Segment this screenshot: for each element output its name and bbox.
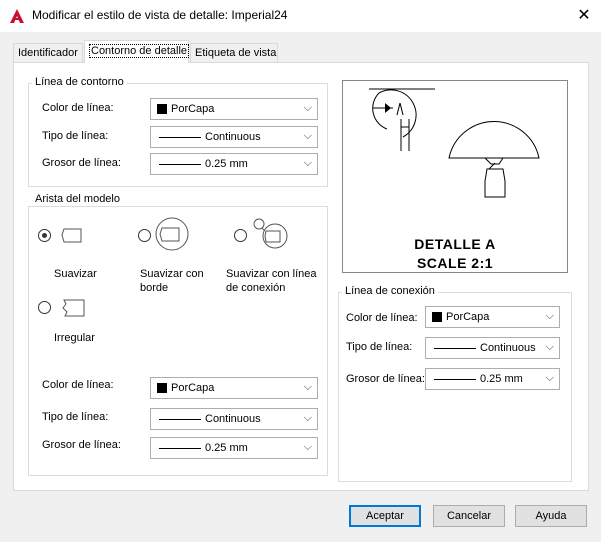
option-label: borde [140, 282, 169, 294]
accept-button[interactable]: Aceptar [349, 505, 421, 527]
edge-type-value: Continuous [205, 413, 261, 425]
smooth-edge-icon [61, 228, 82, 243]
lineweight-sample [159, 448, 201, 449]
tab-panel: Línea de contorno Color de línea: PorCap… [13, 62, 589, 491]
edge-group-label: Arista del modelo [32, 193, 123, 205]
connection-weight-label: Grosor de línea: [346, 373, 425, 385]
chevron-down-icon: ⌵ [303, 412, 312, 424]
chevron-down-icon: ⌵ [303, 157, 312, 169]
radio-suavizar-con-linea-de-conexion[interactable] [234, 229, 247, 242]
tab-etiqueta-de-vista[interactable]: Etiqueta de vista [190, 43, 278, 62]
lineweight-sample [434, 379, 476, 380]
help-button[interactable]: Ayuda [515, 505, 587, 527]
chevron-down-icon: ⌵ [303, 102, 312, 114]
outline-weight-value: 0.25 mm [205, 158, 248, 170]
preview-caption-line2: SCALE 2:1 [416, 255, 494, 271]
connection-weight-value: 0.25 mm [480, 373, 523, 385]
connection-type-label: Tipo de línea: [346, 341, 413, 353]
connection-weight-select[interactable]: 0.25 mm ⌵ [425, 368, 560, 390]
linetype-sample [159, 419, 201, 420]
connection-color-select[interactable]: PorCapa ⌵ [425, 306, 560, 328]
outline-weight-select[interactable]: 0.25 mm ⌵ [150, 153, 318, 175]
tab-contorno-de-detalle[interactable]: Contorno de detalle [84, 40, 190, 63]
linetype-sample [159, 137, 201, 138]
chevron-down-icon: ⌵ [545, 310, 554, 322]
irregular-edge-icon [62, 299, 85, 317]
preview-caption-line1: DETALLE A [414, 236, 496, 252]
radio-irregular[interactable] [38, 301, 51, 314]
outline-weight-label: Grosor de línea: [42, 157, 121, 169]
edge-type-select[interactable]: Continuous ⌵ [150, 408, 318, 430]
window-title: Modificar el estilo de vista de detalle:… [32, 8, 288, 22]
outline-color-select[interactable]: PorCapa ⌵ [150, 98, 318, 120]
edge-weight-value: 0.25 mm [205, 442, 248, 454]
chevron-down-icon: ⌵ [303, 381, 312, 393]
chevron-down-icon: ⌵ [303, 441, 312, 453]
edge-color-value: PorCapa [171, 382, 215, 394]
radio-suavizar-con-borde[interactable] [138, 229, 151, 242]
tab-label: Identificador [18, 47, 78, 59]
tab-identificador[interactable]: Identificador [13, 43, 83, 62]
edge-weight-label: Grosor de línea: [42, 439, 121, 451]
edge-type-label: Tipo de línea: [42, 411, 109, 423]
radio-suavizar[interactable] [38, 229, 51, 242]
chevron-down-icon: ⌵ [545, 372, 554, 384]
edge-weight-select[interactable]: 0.25 mm ⌵ [150, 437, 318, 459]
option-label: Irregular [54, 332, 95, 344]
smooth-with-border-icon [155, 217, 189, 251]
outline-type-value: Continuous [205, 131, 261, 143]
connection-type-select[interactable]: Continuous ⌵ [425, 337, 560, 359]
option-label: de conexión [226, 282, 286, 294]
connection-group-label: Línea de conexión [342, 285, 438, 297]
outline-type-select[interactable]: Continuous ⌵ [150, 126, 318, 148]
connection-color-label: Color de línea: [346, 312, 418, 324]
edge-color-select[interactable]: PorCapa ⌵ [150, 377, 318, 399]
option-label: Suavizar con [140, 268, 204, 280]
smooth-with-connection-icon [253, 218, 288, 249]
outline-color-value: PorCapa [171, 103, 215, 115]
edge-color-label: Color de línea: [42, 379, 114, 391]
chevron-down-icon: ⌵ [545, 341, 554, 353]
lineweight-sample [159, 164, 201, 165]
chevron-down-icon: ⌵ [303, 130, 312, 142]
outline-group-label: Línea de contorno [32, 76, 127, 88]
cancel-button[interactable]: Cancelar [433, 505, 505, 527]
color-swatch [157, 383, 167, 393]
option-label: Suavizar [54, 268, 97, 280]
outline-color-label: Color de línea: [42, 102, 114, 114]
linetype-sample [434, 348, 476, 349]
option-label: Suavizar con línea [226, 268, 317, 280]
detail-preview: DETALLE A SCALE 2:1 [342, 80, 568, 273]
tab-label: Etiqueta de vista [195, 47, 277, 59]
tab-label: Contorno de detalle [89, 44, 190, 58]
connection-color-value: PorCapa [446, 311, 490, 323]
autocad-icon [10, 9, 24, 23]
connection-type-value: Continuous [480, 342, 536, 354]
close-icon[interactable]: ✕ [572, 4, 596, 28]
color-swatch [157, 104, 167, 114]
color-swatch [432, 312, 442, 322]
outline-type-label: Tipo de línea: [42, 130, 109, 142]
